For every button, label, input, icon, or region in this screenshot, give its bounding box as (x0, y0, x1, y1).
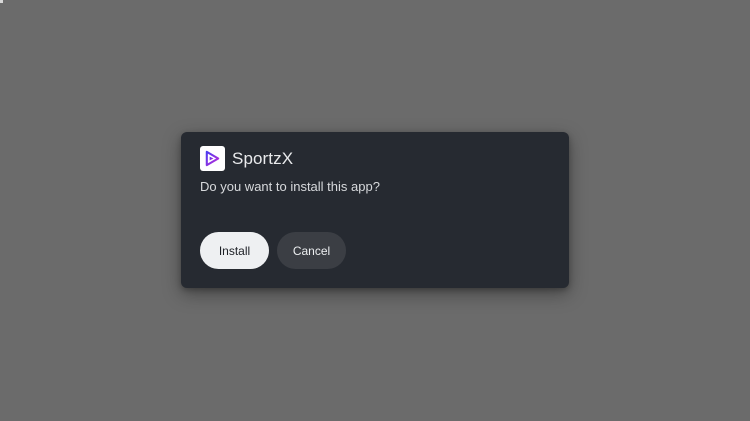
dialog-buttons: Install Cancel (200, 232, 346, 269)
install-prompt-message: Do you want to install this app? (200, 179, 380, 194)
cancel-button[interactable]: Cancel (277, 232, 346, 269)
sportzx-play-logo-icon (200, 146, 225, 171)
dialog-header: SportzX (200, 146, 293, 171)
install-dialog: SportzX Do you want to install this app?… (181, 132, 569, 288)
app-name: SportzX (232, 148, 294, 168)
install-button[interactable]: Install (200, 232, 269, 269)
corner-mark (0, 0, 3, 3)
